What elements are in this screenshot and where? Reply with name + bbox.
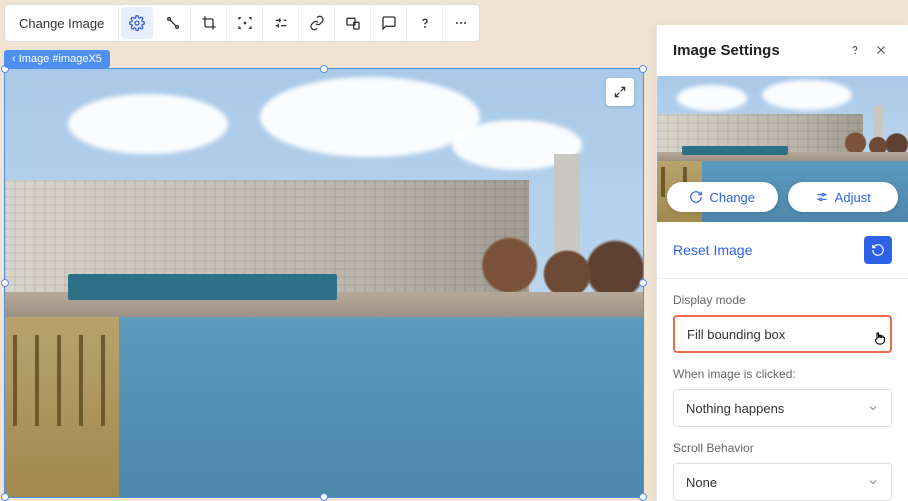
change-button[interactable]: Change: [667, 182, 778, 212]
selection-frame: [4, 68, 644, 498]
help-icon[interactable]: [407, 5, 443, 41]
comment-icon[interactable]: [371, 5, 407, 41]
click-action-label: When image is clicked:: [657, 353, 908, 389]
display-mode-value: Fill bounding box: [687, 327, 785, 342]
change-image-button[interactable]: Change Image: [5, 5, 119, 41]
close-icon[interactable]: [870, 39, 892, 61]
panel-title: Image Settings: [673, 42, 840, 59]
click-action-value: Nothing happens: [686, 401, 784, 416]
click-action-select[interactable]: Nothing happens: [673, 389, 892, 427]
change-button-label: Change: [709, 190, 755, 205]
image-settings-panel: Image Settings Change: [656, 25, 908, 501]
breadcrumb[interactable]: ‹ Image #imageX5: [4, 50, 110, 68]
resize-handle[interactable]: [639, 65, 647, 73]
crop-icon[interactable]: [191, 5, 227, 41]
breadcrumb-label: ‹ Image #imageX5: [12, 53, 102, 65]
chevron-down-icon: [867, 476, 879, 488]
adjust-button[interactable]: Adjust: [788, 182, 899, 212]
undo-button[interactable]: [864, 236, 892, 264]
animation-icon[interactable]: [155, 5, 191, 41]
panel-image-preview: Change Adjust: [657, 76, 908, 222]
image-toolbar: Change Image: [4, 4, 480, 42]
resize-handle[interactable]: [639, 279, 647, 287]
panel-help-icon[interactable]: [844, 39, 866, 61]
more-icon[interactable]: [443, 5, 479, 41]
adjust-button-label: Adjust: [835, 190, 871, 205]
resize-handle[interactable]: [639, 493, 647, 501]
responsive-icon[interactable]: [335, 5, 371, 41]
resize-handle[interactable]: [320, 493, 328, 501]
focal-point-icon[interactable]: [227, 5, 263, 41]
scroll-behavior-label: Scroll Behavior: [657, 427, 908, 463]
expand-button[interactable]: [606, 78, 634, 106]
display-mode-select[interactable]: Fill bounding box: [673, 315, 892, 353]
filters-icon[interactable]: [263, 5, 299, 41]
resize-handle[interactable]: [1, 279, 9, 287]
scroll-behavior-select[interactable]: None: [673, 463, 892, 501]
display-mode-label: Display mode: [657, 279, 908, 315]
reset-image-link[interactable]: Reset Image: [673, 242, 864, 258]
image-canvas[interactable]: [4, 68, 644, 498]
settings-gear-icon[interactable]: [121, 7, 153, 39]
chevron-down-icon: [867, 402, 879, 414]
resize-handle[interactable]: [320, 65, 328, 73]
link-icon[interactable]: [299, 5, 335, 41]
scroll-behavior-value: None: [686, 475, 717, 490]
resize-handle[interactable]: [1, 493, 9, 501]
panel-header: Image Settings: [657, 25, 908, 76]
